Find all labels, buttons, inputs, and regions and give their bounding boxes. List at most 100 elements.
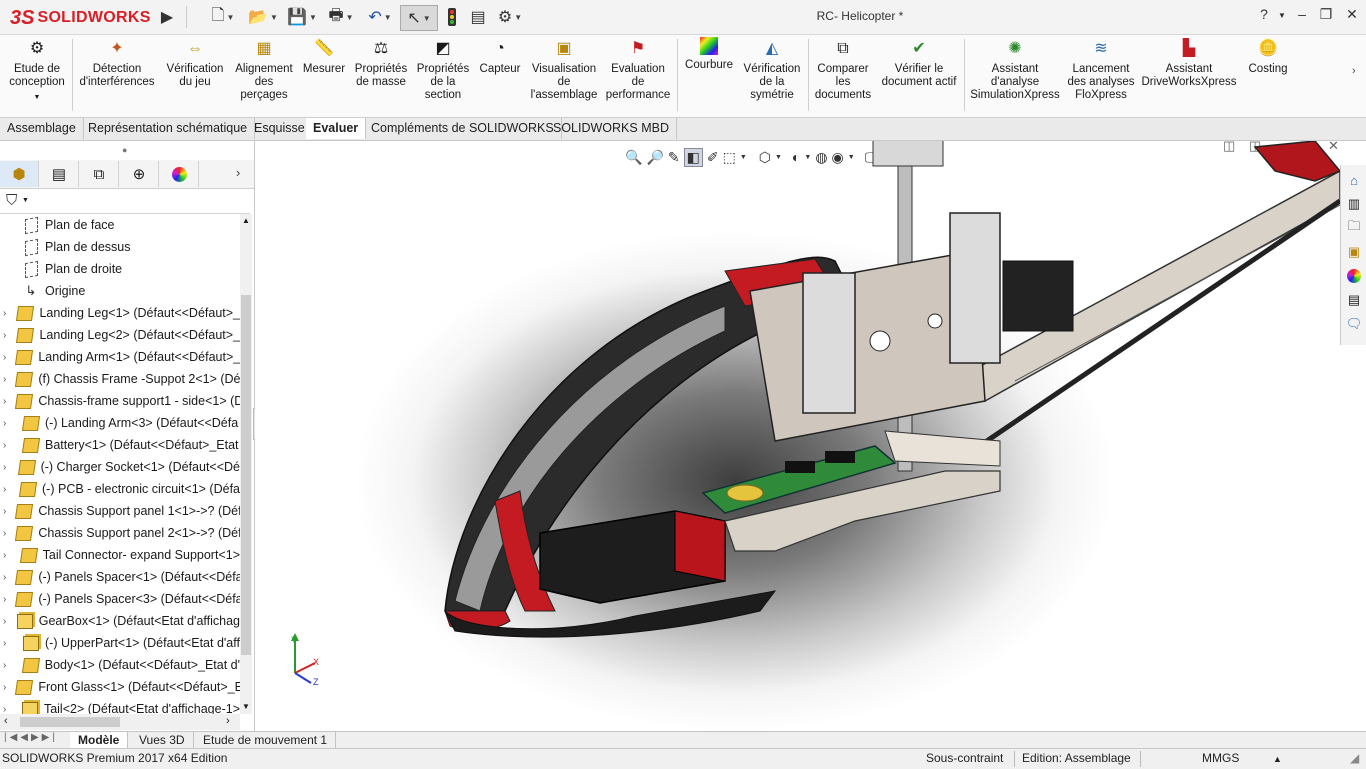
close-button[interactable]: ✕ <box>1340 6 1364 26</box>
tree-item[interactable]: › Tail<2> (Défaut<Etat d'affichage-1> <box>0 698 240 714</box>
tree-item[interactable]: › (-) UpperPart<1> (Défaut<Etat d'aff <box>0 632 240 654</box>
scroll-left-icon[interactable]: ‹ <box>4 715 8 727</box>
tree-item[interactable]: › Chassis Support panel 1<1>->? (Déf <box>0 500 240 522</box>
tab-configurationmanager[interactable]: ⧉ <box>80 161 119 187</box>
mass-properties-button[interactable]: ⚖ Propriétés de masse <box>352 37 410 89</box>
expand-icon[interactable]: › <box>3 374 6 385</box>
compare-documents-button[interactable]: ⧉ Comparer les documents <box>812 37 874 102</box>
select-button[interactable]: ↖ ▼ <box>400 5 438 31</box>
expand-icon[interactable]: › <box>3 638 13 649</box>
curvature-button[interactable]: Courbure <box>682 37 736 72</box>
expand-icon[interactable]: › <box>3 418 13 429</box>
expand-icon[interactable]: › <box>3 396 6 407</box>
panel-tabs-chevron-icon[interactable]: › <box>236 165 240 180</box>
scroll-down-icon[interactable]: ▼ <box>242 702 250 711</box>
expand-icon[interactable]: › <box>3 660 13 671</box>
file-properties-button[interactable]: ▤ <box>466 5 490 29</box>
tree-item[interactable]: › Chassis-frame support1 - side<1> (D <box>0 390 240 412</box>
tree-item[interactable]: Plan de droite <box>0 258 240 280</box>
tree-item[interactable]: › (f) Chassis Frame -Suppot 2<1> (Déf <box>0 368 240 390</box>
options-button[interactable]: ⚙ ▼ <box>492 5 528 29</box>
tree-item[interactable]: › (-) Panels Spacer<1> (Défaut<<Défa <box>0 566 240 588</box>
forum-button[interactable]: 🗨 <box>1343 313 1365 335</box>
tab-assemblage[interactable]: Assemblage <box>0 118 84 139</box>
helicopter-model[interactable] <box>255 141 1340 731</box>
tab-evaluer[interactable]: Evaluer <box>306 118 367 139</box>
tab-solidworks-mbd[interactable]: SOLIDWORKS MBD <box>546 118 677 139</box>
panel-grip-icon[interactable]: ● <box>122 145 127 155</box>
tab-vues-3d[interactable]: Vues 3D <box>131 732 194 748</box>
expand-icon[interactable]: › <box>3 550 11 561</box>
interference-detection-button[interactable]: ✦ Détection d'interférences <box>76 37 158 89</box>
driveworksxpress-button[interactable]: ▙ Assistant DriveWorksXpress <box>1140 37 1238 89</box>
scroll-right-icon[interactable]: › <box>226 715 230 727</box>
costing-button[interactable]: 🪙 Costing <box>1242 37 1294 76</box>
tab-dimxpert[interactable]: ⊕ <box>120 161 159 187</box>
tab-displaymanager[interactable] <box>160 161 199 187</box>
expand-icon[interactable]: › <box>3 352 6 363</box>
tab-propertymanager[interactable]: ▤ <box>40 161 79 187</box>
solidworks-resources-button[interactable]: ⌂ <box>1343 169 1365 191</box>
minimize-button[interactable]: – <box>1290 6 1314 26</box>
print-button[interactable]: 🖶 ▼ <box>323 5 359 29</box>
tab-modele[interactable]: Modèle <box>70 732 129 748</box>
performance-evaluation-button[interactable]: ⚑ Evaluation de performance <box>604 37 672 102</box>
tree-filter[interactable]: ⛉ ▼ <box>0 189 250 214</box>
open-document-button[interactable]: 📂 ▼ <box>245 5 281 29</box>
tab-etude-de-mouvement[interactable]: Etude de mouvement 1 <box>195 732 337 748</box>
units-selector[interactable]: MMGS <box>1202 751 1239 765</box>
restore-button[interactable]: ❐ <box>1314 6 1338 26</box>
tree-horizontal-scrollbar[interactable]: ‹ › <box>0 714 240 730</box>
tree-item[interactable]: › (-) Panels Spacer<3> (Défaut<<Défa <box>0 588 240 610</box>
solidworks-logo[interactable]: 3S SOLIDWORKS <box>10 6 150 30</box>
resize-grip-icon[interactable]: ◢ <box>1350 751 1359 765</box>
save-button[interactable]: 💾 ▼ <box>284 5 320 29</box>
symmetry-check-button[interactable]: ◭ Vérification de la symétrie <box>740 37 804 102</box>
expand-icon[interactable]: › <box>3 682 6 693</box>
graphics-area[interactable]: 🔍 🔎 ✎ ◧ ✐ ⬚ ▼ ⬡ ▼ ◐ ▼ ◍ ◉ ▼ 🖵 ▼ ◫ ◫ ❐ ✕ <box>255 141 1340 731</box>
tab-scroll-arrows-icon[interactable]: |◀◀▶▶| <box>4 732 58 743</box>
design-library-button[interactable]: ▥ <box>1343 193 1365 215</box>
sensor-button[interactable]: ◔ Capteur <box>476 37 524 76</box>
expand-icon[interactable]: › <box>3 528 6 539</box>
expand-icon[interactable]: › <box>3 572 6 583</box>
tree-item[interactable]: › Front Glass<1> (Défaut<<Défaut>_E <box>0 676 240 698</box>
expand-icon[interactable]: › <box>3 330 7 341</box>
tree-item[interactable]: › Landing Arm<1> (Défaut<<Défaut>_ <box>0 346 240 368</box>
expand-icon[interactable]: › <box>3 616 7 627</box>
section-properties-button[interactable]: ◩ Propriétés de la section <box>414 37 472 102</box>
expand-icon[interactable]: › <box>3 506 6 517</box>
expand-icon[interactable]: › <box>3 484 10 495</box>
tree-item[interactable]: › Landing Leg<1> (Défaut<<Défaut>_ <box>0 302 240 324</box>
tree-item[interactable]: › Tail Connector- expand Support<1> <box>0 544 240 566</box>
ribbon-overflow-chevron-icon[interactable]: › <box>1352 65 1356 77</box>
tree-item[interactable]: ↳ Origine <box>0 280 240 302</box>
hole-alignment-button[interactable]: ▦ Alignement des perçages <box>232 37 296 102</box>
tree-scroll-thumb[interactable] <box>241 295 251 655</box>
clearance-verification-button[interactable]: ⇔ Vérification du jeu <box>162 37 228 89</box>
tree-item[interactable]: › Body<1> (Défaut<<Défaut>_Etat d' <box>0 654 240 676</box>
floxpress-button[interactable]: ≋ Lancement des analyses FloXpress <box>1066 37 1136 102</box>
assembly-visualization-button[interactable]: ▣ Visualisation de l'assemblage <box>528 37 600 102</box>
simulationxpress-button[interactable]: ✺ Assistant d'analyse SimulationXpress <box>966 37 1064 102</box>
design-study-button[interactable]: ⚙ Etude de conception ▼ <box>6 37 68 104</box>
units-chevron-icon[interactable]: ▲ <box>1273 754 1282 764</box>
scroll-up-icon[interactable]: ▲ <box>242 216 250 225</box>
tree-item[interactable]: › (-) Charger Socket<1> (Défaut<<Dé <box>0 456 240 478</box>
undo-button[interactable]: ↶ ▼ <box>362 5 398 29</box>
tab-complements[interactable]: Compléments de SOLIDWORKS <box>364 118 562 139</box>
tree-item[interactable]: › Landing Leg<2> (Défaut<<Défaut>_ <box>0 324 240 346</box>
tree-item[interactable]: › Battery<1> (Défaut<<Défaut>_Etat <box>0 434 240 456</box>
tree-item[interactable]: Plan de face <box>0 214 240 236</box>
tab-representation-schematique[interactable]: Représentation schématique <box>81 118 256 139</box>
expand-icon[interactable]: › <box>3 704 12 715</box>
view-palette-button[interactable]: ▣ <box>1343 241 1365 263</box>
file-explorer-button[interactable]: 🗀 <box>1343 217 1365 239</box>
appearances-button[interactable] <box>1343 265 1365 287</box>
tab-featuremanager[interactable]: ⬢ <box>0 161 39 187</box>
rebuild-button[interactable] <box>442 5 462 29</box>
menu-expand-icon[interactable]: ▶ <box>160 5 174 29</box>
expand-icon[interactable]: › <box>3 462 9 473</box>
tree-item[interactable]: › Chassis Support panel 2<1>->? (Déf <box>0 522 240 544</box>
new-document-button[interactable]: 🗋 ▼ <box>205 5 241 29</box>
